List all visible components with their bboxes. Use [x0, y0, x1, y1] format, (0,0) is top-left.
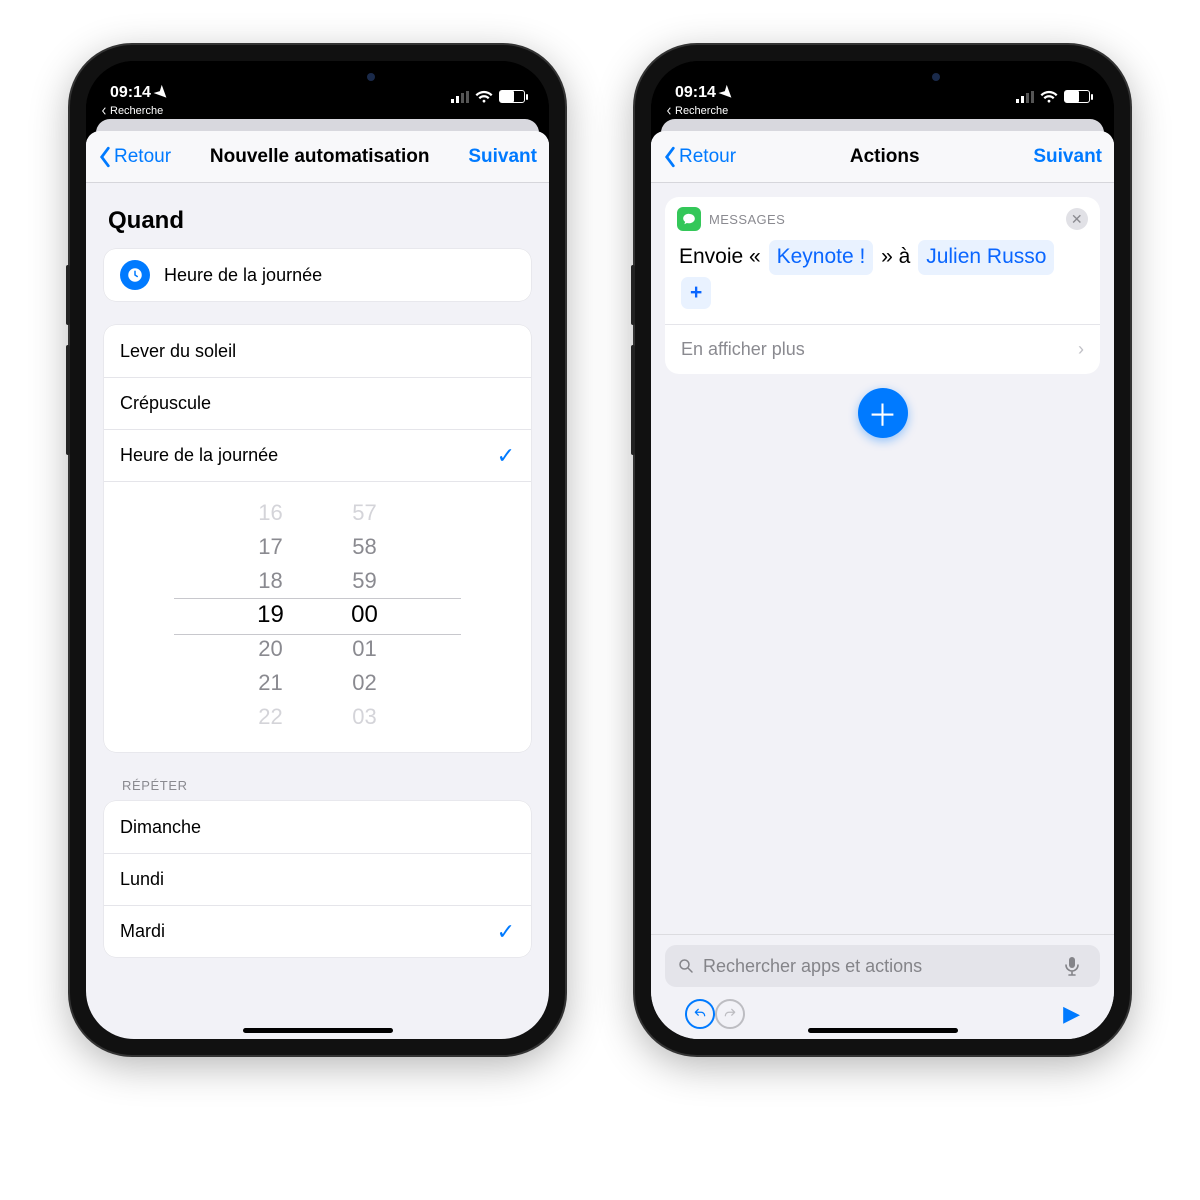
- picker-cell: 02: [335, 666, 395, 700]
- day-row[interactable]: Lundi: [104, 853, 531, 905]
- trigger-summary-label: Heure de la journée: [164, 265, 322, 286]
- picker-minutes[interactable]: 57 58 59 00 01 02 03: [335, 496, 395, 734]
- picker-cell: 57: [335, 496, 395, 530]
- time-options-card: Lever du soleil Crépuscule Heure de la j…: [104, 325, 531, 752]
- content-scroll[interactable]: Quand Heure de la journée Lever du sole: [86, 183, 549, 1039]
- back-to-app[interactable]: Recherche: [100, 105, 163, 117]
- day-label: Dimanche: [120, 817, 201, 838]
- option-sunrise[interactable]: Lever du soleil: [104, 325, 531, 377]
- add-recipient-token[interactable]: +: [681, 277, 711, 310]
- undo-button[interactable]: [685, 999, 715, 1029]
- recipient-token[interactable]: Julien Russo: [918, 240, 1054, 275]
- picker-selected: 00: [335, 598, 395, 632]
- back-to-app[interactable]: Recherche: [665, 105, 728, 117]
- day-label: Lundi: [120, 869, 164, 890]
- action-sentence: Envoie « Keynote ! » à Julien Russo +: [665, 235, 1100, 324]
- action-text: Envoie «: [679, 245, 761, 268]
- location-icon: ➤: [715, 81, 739, 105]
- modal-sheet: Retour Nouvelle automatisation Suivant Q…: [86, 131, 549, 1039]
- back-to-app-label: Recherche: [110, 105, 163, 117]
- show-more-label: En afficher plus: [681, 339, 805, 360]
- home-indicator[interactable]: [243, 1028, 393, 1033]
- trigger-summary-card: Heure de la journée: [104, 249, 531, 301]
- nav-bar: Retour Nouvelle automatisation Suivant: [86, 131, 549, 183]
- cell-signal-icon: [451, 91, 469, 103]
- content-scroll[interactable]: MESSAGES ✕ Envoie « Keynote ! » à Julien…: [651, 183, 1114, 934]
- picker-cell: 22: [241, 700, 301, 734]
- back-button[interactable]: Retour: [663, 146, 736, 168]
- cell-signal-icon: [1016, 91, 1034, 103]
- page-title: Nouvelle automatisation: [210, 146, 430, 168]
- repeat-header: RÉPÉTER: [122, 778, 531, 793]
- picker-cell: 18: [241, 564, 301, 598]
- wifi-icon: [475, 90, 493, 103]
- screen: 09:14 ➤ Recherche Retour Acti: [651, 61, 1114, 1039]
- back-label: Retour: [679, 146, 736, 168]
- status-time: 09:14: [110, 84, 151, 102]
- remove-action-button[interactable]: ✕: [1066, 208, 1088, 230]
- check-icon: ✓: [497, 443, 515, 469]
- wifi-icon: [1040, 90, 1058, 103]
- action-text: » à: [881, 245, 910, 268]
- search-placeholder: Rechercher apps et actions: [703, 956, 922, 977]
- picker-cell: 16: [241, 496, 301, 530]
- status-time: 09:14: [675, 84, 716, 102]
- location-icon: ➤: [150, 81, 174, 105]
- picker-cell: 01: [335, 632, 395, 666]
- search-icon: [677, 957, 695, 975]
- picker-cell: 03: [335, 700, 395, 734]
- messages-app-icon: [677, 207, 701, 231]
- nav-bar: Retour Actions Suivant: [651, 131, 1114, 183]
- picker-cell: 58: [335, 530, 395, 564]
- message-token[interactable]: Keynote !: [769, 240, 874, 275]
- back-to-app-label: Recherche: [675, 105, 728, 117]
- option-time-of-day-label: Heure de la journée: [120, 445, 278, 466]
- action-app-label: MESSAGES: [709, 212, 785, 227]
- time-picker[interactable]: 16 17 18 19 20 21 22 57 58: [104, 481, 531, 752]
- picker-cell: 59: [335, 564, 395, 598]
- section-when-title: Quand: [108, 207, 531, 235]
- home-indicator[interactable]: [808, 1028, 958, 1033]
- option-time-of-day[interactable]: Heure de la journée ✓: [104, 429, 531, 481]
- search-input[interactable]: Rechercher apps et actions: [665, 945, 1100, 987]
- picker-cell: 21: [241, 666, 301, 700]
- picker-cell: 17: [241, 530, 301, 564]
- back-label: Retour: [114, 146, 171, 168]
- trigger-summary-row[interactable]: Heure de la journée: [104, 249, 531, 301]
- screen: 09:14 ➤ Recherche Retour Nouv: [86, 61, 549, 1039]
- check-icon: ✓: [497, 919, 515, 945]
- picker-cell: 20: [241, 632, 301, 666]
- next-button[interactable]: Suivant: [468, 146, 537, 168]
- run-button[interactable]: ▶: [1063, 1001, 1080, 1027]
- repeat-card: Dimanche Lundi Mardi ✓: [104, 801, 531, 957]
- option-sunrise-label: Lever du soleil: [120, 341, 236, 362]
- phone-frame-right: 09:14 ➤ Recherche Retour Acti: [635, 45, 1130, 1055]
- day-row[interactable]: Dimanche: [104, 801, 531, 853]
- modal-sheet: Retour Actions Suivant MESSAGES ✕: [651, 131, 1114, 1039]
- redo-button: [715, 999, 745, 1029]
- chevron-right-icon: ›: [1078, 339, 1084, 360]
- show-more-row[interactable]: En afficher plus ›: [665, 324, 1100, 374]
- page-title: Actions: [850, 146, 920, 168]
- picker-hours[interactable]: 16 17 18 19 20 21 22: [241, 496, 301, 734]
- next-button[interactable]: Suivant: [1033, 146, 1102, 168]
- phone-frame-left: 09:14 ➤ Recherche Retour Nouv: [70, 45, 565, 1055]
- battery-icon: [1064, 90, 1090, 103]
- battery-icon: [499, 90, 525, 103]
- action-card: MESSAGES ✕ Envoie « Keynote ! » à Julien…: [665, 197, 1100, 374]
- add-action-button[interactable]: ＋: [858, 388, 908, 438]
- back-button[interactable]: Retour: [98, 146, 171, 168]
- notch: [778, 61, 988, 91]
- option-sunset-label: Crépuscule: [120, 393, 211, 414]
- clock-icon: [120, 260, 150, 290]
- notch: [213, 61, 423, 91]
- bottom-toolbar: Rechercher apps et actions ▶: [651, 934, 1114, 1039]
- day-label: Mardi: [120, 921, 165, 942]
- option-sunset[interactable]: Crépuscule: [104, 377, 531, 429]
- day-row[interactable]: Mardi ✓: [104, 905, 531, 957]
- picker-selected: 19: [241, 598, 301, 632]
- dictate-icon[interactable]: [1064, 956, 1080, 976]
